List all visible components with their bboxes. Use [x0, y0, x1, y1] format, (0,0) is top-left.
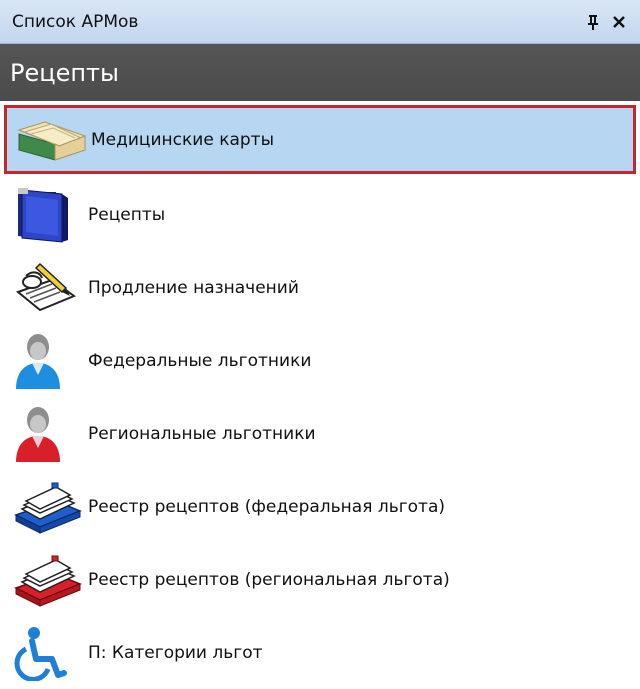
item-label: Медицинские карты — [91, 129, 274, 150]
regional-beneficiary-person-icon — [12, 404, 88, 464]
item-label: Региональные льготники — [88, 423, 316, 444]
arm-item-regional-registry[interactable]: Реестр рецептов (региональная льгота) — [4, 543, 636, 616]
pin-icon — [588, 14, 598, 30]
prescriptions-folder-icon — [12, 185, 88, 245]
arm-item-regional-beneficiaries[interactable]: Региональные льготники — [4, 397, 636, 470]
group-header: Рецепты — [0, 44, 640, 101]
medical-cards-icon — [15, 110, 91, 170]
wheelchair-icon — [12, 623, 88, 683]
panel-titlebar: Список АРМов — [0, 0, 640, 44]
close-button[interactable] — [608, 11, 630, 33]
group-title: Рецепты — [10, 58, 119, 87]
arm-item-prescriptions[interactable]: Рецепты — [4, 178, 636, 251]
arm-item-federal-registry[interactable]: Реестр рецептов (федеральная льгота) — [4, 470, 636, 543]
item-label: Реестр рецептов (региональная льгота) — [88, 569, 450, 590]
pin-button[interactable] — [582, 11, 604, 33]
arm-item-prolong-prescriptions[interactable]: Продление назначений — [4, 251, 636, 324]
federal-beneficiary-person-icon — [12, 331, 88, 391]
arm-item-benefit-categories[interactable]: П: Категории льгот — [4, 616, 636, 689]
arm-item-medical-cards[interactable]: Медицинские карты — [4, 105, 636, 174]
arm-list: Медицинские карты Рецепты Продление назн… — [0, 101, 640, 689]
item-label: Продление назначений — [88, 277, 299, 298]
item-label: Рецепты — [88, 204, 166, 225]
item-label: П: Категории льгот — [88, 642, 263, 663]
regional-registry-cardfile-icon — [12, 550, 88, 610]
item-label: Реестр рецептов (федеральная льгота) — [88, 496, 445, 517]
close-icon — [613, 15, 625, 28]
arm-item-federal-beneficiaries[interactable]: Федеральные льготники — [4, 324, 636, 397]
panel-title: Список АРМов — [12, 11, 139, 32]
arm-list-panel: Список АРМов Рецепты Медицинские карты Р… — [0, 0, 640, 681]
federal-registry-cardfile-icon — [12, 477, 88, 537]
signing-document-icon — [12, 258, 88, 318]
item-label: Федеральные льготники — [88, 350, 312, 371]
